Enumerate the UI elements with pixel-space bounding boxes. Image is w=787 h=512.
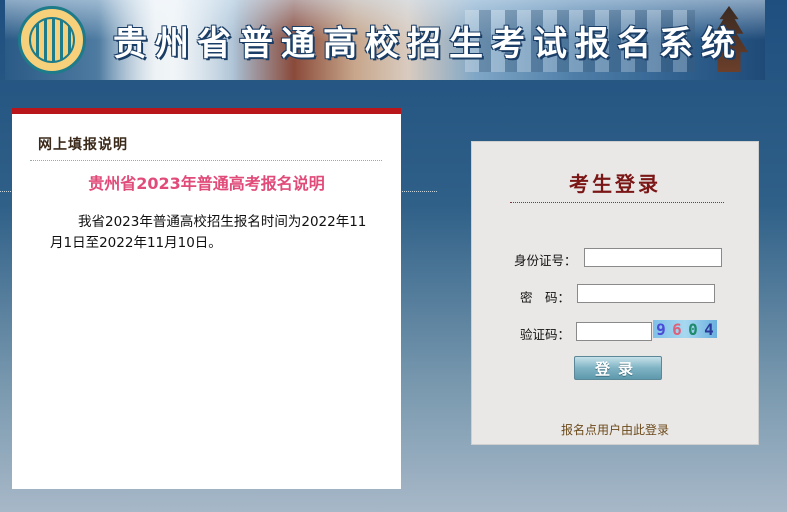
instructions-subtitle-link[interactable]: 贵州省2023年普通高考报名说明 bbox=[12, 170, 401, 194]
instructions-body: 我省2023年普通高校招生报名时间为2022年11月1日至2022年11月10日… bbox=[50, 214, 367, 251]
login-title-divider bbox=[510, 202, 724, 203]
captcha-digit: 4 bbox=[704, 319, 714, 339]
captcha-digit: 0 bbox=[688, 319, 698, 339]
instructions-panel: 网上填报说明 贵州省2023年普通高考报名说明 我省2023年普通高校招生报名时… bbox=[12, 108, 401, 489]
id-number-input[interactable] bbox=[584, 248, 722, 267]
captcha-digit: 9 bbox=[656, 319, 666, 339]
password-input[interactable] bbox=[577, 284, 715, 303]
password-label: 密 码： bbox=[520, 290, 571, 305]
captcha-label: 验证码： bbox=[520, 327, 571, 342]
registration-site-login-link[interactable]: 报名点用户由此登录 bbox=[472, 421, 758, 438]
login-button[interactable]: 登录 bbox=[574, 356, 662, 380]
logo-emblem bbox=[29, 17, 75, 63]
login-title: 考生登录 bbox=[569, 172, 661, 196]
heading-divider bbox=[30, 160, 382, 161]
captcha-input[interactable] bbox=[576, 322, 652, 341]
captcha-digit: 6 bbox=[672, 319, 682, 339]
header-banner: 贵州省普通高校招生考试报名系统 bbox=[5, 0, 765, 80]
instructions-heading: 网上填报说明 bbox=[38, 137, 128, 153]
login-panel: 考生登录 身份证号： 密 码： 验证码： 9 6 0 4 登录 报名点用户由此登… bbox=[471, 141, 759, 445]
system-title: 贵州省普通高校招生考试报名系统 bbox=[113, 24, 743, 64]
id-number-label: 身份证号： bbox=[514, 253, 577, 268]
provincial-exam-logo-icon bbox=[18, 6, 86, 74]
captcha-image[interactable]: 9 6 0 4 bbox=[653, 319, 717, 339]
